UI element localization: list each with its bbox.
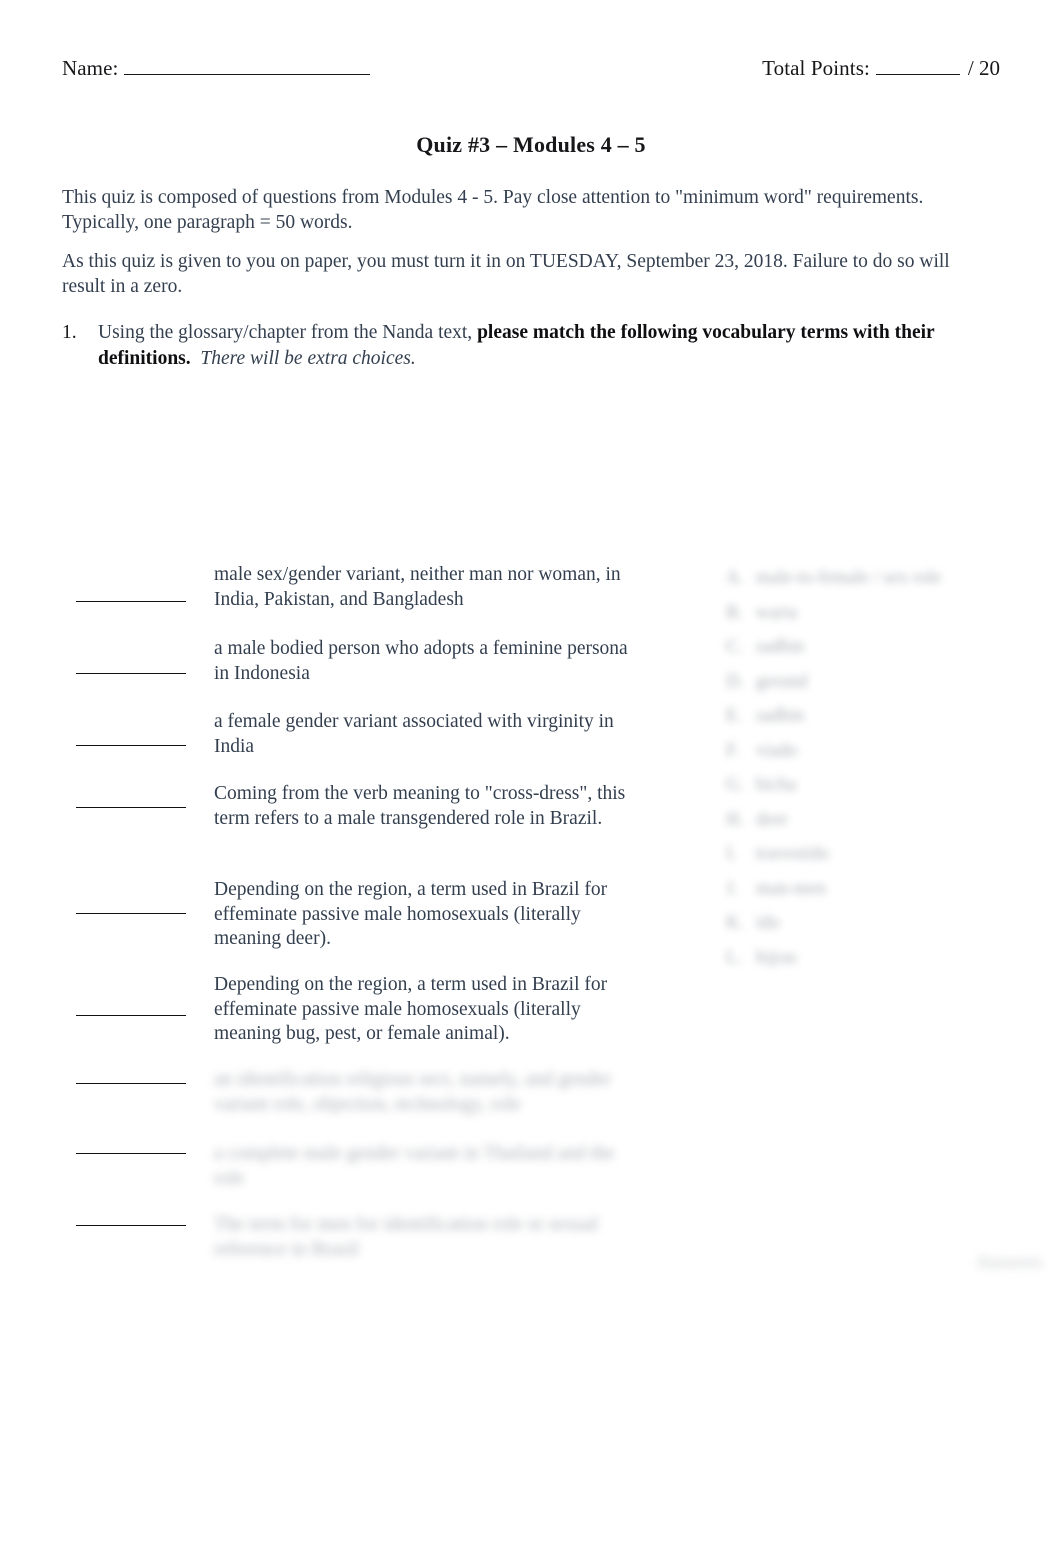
intro-paragraph-1: This quiz is composed of questions from … xyxy=(62,187,924,233)
answer-choice-term-8: deer xyxy=(756,809,788,830)
watermark: Answers xyxy=(975,1252,1043,1273)
answer-choice-term-7: bicha xyxy=(756,775,797,795)
answer-choice-7: G. bicha xyxy=(726,774,796,796)
question-1-lead: Using the glossary/chapter from the Nand… xyxy=(98,322,478,343)
definition-item-8: a complete male gender variant in Thaila… xyxy=(214,1143,615,1189)
answer-choice-term-6: viado xyxy=(756,740,798,761)
answer-choice-3: C. sadhin xyxy=(726,636,804,658)
name-field-group: Name: xyxy=(62,56,374,81)
definition-item-7: an identification religious sect, namely… xyxy=(214,1069,612,1115)
answer-choice-letter-7: G. xyxy=(726,775,744,795)
definition-item-4: Coming from the verb meaning to "cross-d… xyxy=(214,783,626,829)
answer-choice-letter-11: K. xyxy=(726,913,744,933)
answer-choice-letter-6: F. xyxy=(726,740,740,761)
answer-choice-letter-12: L. xyxy=(726,947,742,968)
document-page: Name: Total Points: / 20 Quiz #3 – Modul… xyxy=(0,0,1062,1556)
matching-exercise: male sex/gender variant, neither man nor… xyxy=(0,555,1062,1275)
answer-choice-term-2: waria xyxy=(756,602,798,623)
answer-blank-2[interactable] xyxy=(76,673,186,674)
total-points-label: Total Points: xyxy=(762,56,870,80)
answer-choice-term-9: travestido xyxy=(756,844,829,864)
answer-choice-term-4: gerund xyxy=(756,671,808,692)
answer-choice-5: E. sadhin xyxy=(726,705,804,727)
answer-blank-1[interactable] xyxy=(76,601,186,602)
answer-blank-8[interactable] xyxy=(76,1153,186,1154)
answer-choice-letter-3: C. xyxy=(726,637,743,657)
total-points-group: Total Points: / 20 xyxy=(762,56,1000,81)
answer-choice-term-10: man-men xyxy=(756,878,826,899)
definition-item-3: a female gender variant associated with … xyxy=(214,711,614,757)
answer-choice-letter-10: J. xyxy=(726,878,738,899)
question-1-number: 1. xyxy=(62,322,77,343)
name-write-in-line[interactable] xyxy=(124,58,371,75)
answer-blank-7[interactable] xyxy=(76,1083,186,1084)
definition-item-2: a male bodied person who adopts a femini… xyxy=(214,638,628,684)
total-points-max: / 20 xyxy=(967,56,1000,80)
answer-choice-1: A. male-to-female / sex role xyxy=(726,567,941,589)
question-1: 1. Using the glossary/chapter from the N… xyxy=(62,320,997,371)
document-header: Name: Total Points: / 20 xyxy=(62,56,1000,81)
question-1-note: There will be extra choices. xyxy=(200,347,416,369)
answer-choice-10: J. man-men xyxy=(726,878,826,900)
answer-choice-12: L. hijras xyxy=(726,947,797,969)
answer-choice-letter-5: E. xyxy=(726,706,742,726)
answer-choice-letter-4: D. xyxy=(726,671,744,692)
intro-paragraph-2: As this quiz is given to you on paper, y… xyxy=(62,251,950,297)
answer-choice-letter-2: B. xyxy=(726,602,743,623)
answer-blank-6[interactable] xyxy=(76,1015,186,1016)
answer-choice-term-12: hijras xyxy=(756,947,798,968)
answer-choice-9: I. travestido xyxy=(726,843,829,865)
answer-choice-term-3: sadhin xyxy=(756,637,805,657)
definition-item-1: male sex/gender variant, neither man nor… xyxy=(214,564,621,610)
answer-choice-term-1: male-to-female / sex role xyxy=(756,568,942,588)
answer-blank-3[interactable] xyxy=(76,745,186,746)
answer-blank-9[interactable] xyxy=(76,1225,186,1226)
definition-item-5: Depending on the region, a term used in … xyxy=(214,879,608,950)
answer-choice-2: B. waria xyxy=(726,602,797,624)
definition-item-6: Depending on the region, a term used in … xyxy=(214,974,608,1045)
answer-choice-letter-9: I. xyxy=(726,844,737,864)
answer-choice-6: F. viado xyxy=(726,740,797,762)
answer-blank-4[interactable] xyxy=(76,807,186,808)
answer-choice-11: K. ido xyxy=(726,912,780,934)
answer-choice-letter-1: A. xyxy=(726,568,744,588)
question-1-text: Using the glossary/chapter from the Nand… xyxy=(98,320,997,371)
name-label: Name: xyxy=(62,56,119,80)
answer-choice-letter-8: H. xyxy=(726,809,744,830)
answer-choice-4: D. gerund xyxy=(726,671,807,693)
answer-choice-term-11: ido xyxy=(756,913,780,933)
answer-blank-5[interactable] xyxy=(76,913,186,914)
answer-choice-8: H. deer xyxy=(726,809,788,831)
page-title: Quiz #3 – Modules 4 – 5 xyxy=(416,132,646,157)
answer-choice-term-5: sadhin xyxy=(756,706,805,726)
total-points-write-in-line[interactable] xyxy=(875,58,960,75)
definition-item-9: The term for men for identification role… xyxy=(214,1214,599,1260)
